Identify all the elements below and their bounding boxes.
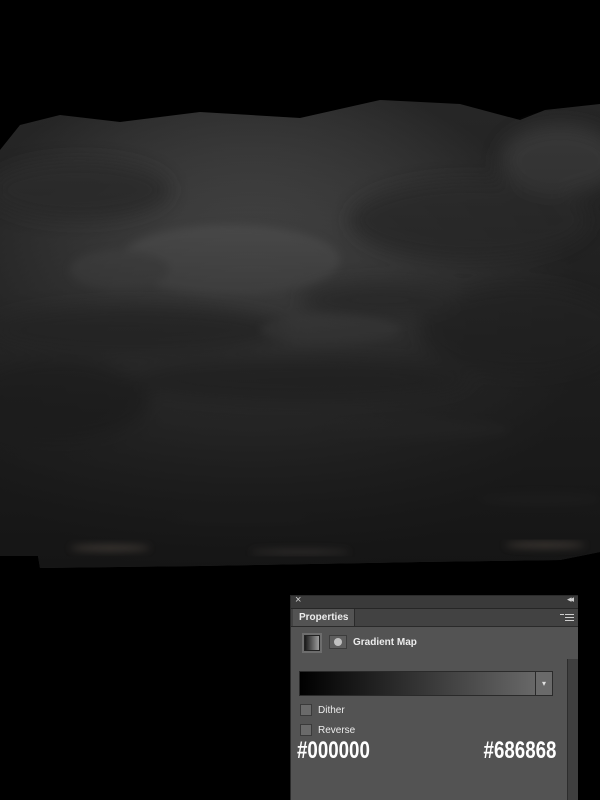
layer-mask-icon[interactable] xyxy=(329,635,347,649)
collapse-panel-icon[interactable]: ◂◂ xyxy=(567,594,574,605)
dither-checkbox[interactable] xyxy=(300,704,312,716)
gradient-preview-bar[interactable] xyxy=(300,672,536,695)
end-color-hex-label: #686868 xyxy=(483,737,556,764)
panel-title-bar: × ◂◂ xyxy=(291,594,578,609)
chevron-down-icon[interactable]: ▾ xyxy=(535,672,552,695)
adjustment-title: Gradient Map xyxy=(353,637,417,648)
panel-scrollbar[interactable] xyxy=(567,659,578,800)
close-icon[interactable]: × xyxy=(295,594,301,606)
dither-label: Dither xyxy=(318,705,345,716)
start-color-hex-label: #000000 xyxy=(297,737,370,764)
gradient-map-adjustment-icon[interactable] xyxy=(304,635,320,651)
tab-properties[interactable]: Properties xyxy=(293,609,356,626)
adjustment-header: Gradient Map xyxy=(291,627,578,659)
properties-panel: × ◂◂ Properties Gradient Map ▾ Dither Re… xyxy=(290,594,578,800)
panel-tab-row: Properties xyxy=(291,609,578,627)
panel-menu-icon[interactable] xyxy=(560,611,574,623)
reverse-checkbox[interactable] xyxy=(300,724,312,736)
gradient-picker[interactable]: ▾ xyxy=(299,671,553,696)
cloudy-sky-image xyxy=(0,100,600,568)
